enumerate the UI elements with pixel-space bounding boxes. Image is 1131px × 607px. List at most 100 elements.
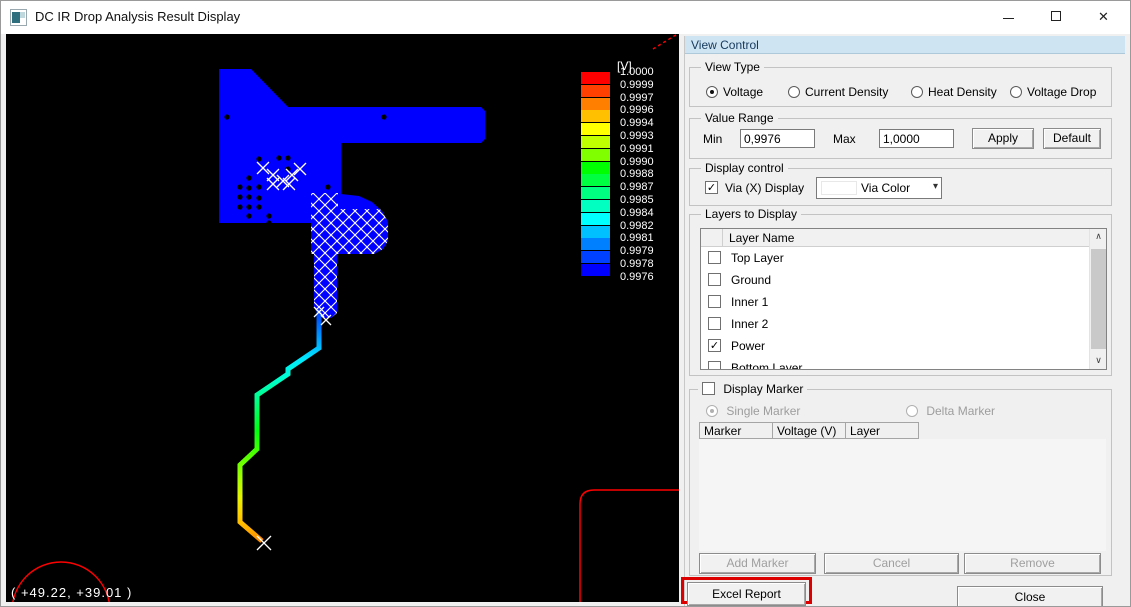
radio-label: Voltage	[723, 85, 763, 99]
board-outline-diagonal	[653, 34, 679, 49]
colorbar-tick-label: 0.9976	[620, 271, 674, 283]
view-type-group: View Type VoltageCurrent DensityHeat Den…	[689, 67, 1112, 107]
radio-label: Voltage Drop	[1027, 85, 1096, 99]
colorbar-tick-label: 0.9993	[620, 130, 674, 142]
analysis-canvas[interactable]: [V] 1.00000.99990.99970.99960.99940.9993…	[6, 34, 679, 602]
layer-row-inner-2[interactable]: Inner 2	[701, 313, 1091, 335]
max-input[interactable]	[879, 129, 954, 148]
colorbar-swatch	[581, 136, 610, 148]
colorbar-tick-label: 0.9978	[620, 258, 674, 270]
layer-checkbox[interactable]	[708, 273, 721, 286]
close-button[interactable]: Close	[957, 586, 1103, 607]
marker-column-header: Marker	[699, 422, 773, 439]
layer-row-bottom-layer[interactable]: Bottom Layer	[701, 357, 1091, 370]
value-range-legend: Value Range	[701, 111, 778, 125]
colorbar-swatch	[581, 123, 610, 135]
view-type-option-heat-density[interactable]: Heat Density	[911, 85, 997, 99]
marker-table-body	[699, 439, 1106, 551]
view-type-option-voltage-drop[interactable]: Voltage Drop	[1010, 85, 1096, 99]
radio-icon[interactable]	[706, 86, 718, 98]
colorbar-swatch	[581, 213, 610, 225]
colorbar-swatch	[581, 264, 610, 276]
view-control-panel: View Control View Type Voltage Current De…	[684, 36, 1125, 607]
layer-label: Bottom Layer	[731, 361, 802, 370]
remove-button[interactable]: Remove	[964, 553, 1101, 574]
radio-icon[interactable]	[911, 86, 923, 98]
colorbar-tick-label: 0.9984	[620, 207, 674, 219]
single-marker-label: Single Marker	[726, 404, 800, 418]
colorbar-tick-label: 0.9987	[620, 181, 674, 193]
add-marker-button[interactable]: Add Marker	[699, 553, 816, 574]
layer-checkbox[interactable]	[708, 317, 721, 330]
via-color-dropdown[interactable]: Via Color ▾	[816, 177, 942, 199]
colorbar-swatch	[581, 174, 610, 186]
maximize-icon	[1051, 11, 1061, 21]
delta-marker-radio[interactable]	[906, 405, 918, 417]
radio-icon[interactable]	[788, 86, 800, 98]
layer-checkbox[interactable]	[708, 361, 721, 370]
dialog-window: DC IR Drop Analysis Result Display ✕	[0, 0, 1131, 607]
layer-column-header: Layer	[845, 422, 919, 439]
layer-list-header: Layer Name	[701, 229, 1091, 247]
delta-marker-option[interactable]: Delta Marker	[906, 404, 995, 418]
colorbar-tick-label: 1.0000	[620, 66, 674, 78]
via-hatch-field	[311, 193, 389, 317]
layer-label: Ground	[731, 273, 771, 287]
colorbar-tick-label: 0.9979	[620, 245, 674, 257]
layer-checkbox[interactable]	[708, 295, 721, 308]
via-color-label: Via Color	[861, 181, 910, 195]
min-input[interactable]	[740, 129, 815, 148]
maximize-button[interactable]	[1032, 1, 1079, 32]
max-label: Max	[833, 132, 856, 146]
panel-header: View Control	[685, 36, 1125, 54]
layer-row-top-layer[interactable]: Top Layer	[701, 247, 1091, 269]
layer-row-inner-1[interactable]: Inner 1	[701, 291, 1091, 313]
colorbar-tick-label: 0.9988	[620, 168, 674, 180]
layers-group: Layers to Display Layer Name Top LayerGr…	[689, 214, 1112, 376]
window-title: DC IR Drop Analysis Result Display	[35, 9, 240, 24]
colorbar-swatch	[581, 162, 610, 174]
layer-label: Inner 2	[731, 317, 768, 331]
layer-checkbox[interactable]	[708, 251, 721, 264]
display-marker-checkbox[interactable]	[702, 382, 715, 395]
minimize-button[interactable]	[985, 1, 1032, 32]
via-color-swatch	[821, 181, 857, 195]
colorbar-tick-label: 0.9997	[620, 92, 674, 104]
min-label: Min	[703, 132, 722, 146]
colorbar-tick-label: 0.9999	[620, 79, 674, 91]
layer-checkbox[interactable]: ✓	[708, 339, 721, 352]
scroll-down-icon[interactable]: ∨	[1090, 353, 1107, 369]
layer-list-scrollbar[interactable]: ∧ ∨	[1089, 229, 1106, 369]
excel-report-button[interactable]: Excel Report	[687, 582, 806, 606]
default-button[interactable]: Default	[1043, 128, 1101, 149]
colorbar-tick-label: 0.9985	[620, 194, 674, 206]
layer-label: Inner 1	[731, 295, 768, 309]
colorbar-swatch	[581, 187, 610, 199]
scroll-up-icon[interactable]: ∧	[1090, 229, 1107, 245]
apply-button[interactable]: Apply	[972, 128, 1034, 149]
via-display-checkbox[interactable]: ✓	[705, 181, 718, 194]
layer-row-power[interactable]: ✓Power	[701, 335, 1091, 357]
view-type-option-current-density[interactable]: Current Density	[788, 85, 888, 99]
layer-row-ground[interactable]: Ground	[701, 269, 1091, 291]
colorbar-swatch	[581, 110, 610, 122]
dropdown-arrow-icon: ▾	[933, 181, 938, 192]
layer-list: Layer Name Top Layer Ground Inner 1 Inner 2…	[700, 228, 1107, 370]
scrollbar-thumb[interactable]	[1091, 249, 1106, 349]
colorbar-swatch	[581, 98, 610, 110]
colorbar: [V] 1.00000.99990.99970.99960.99940.9993…	[576, 58, 676, 288]
layers-legend: Layers to Display	[701, 207, 801, 221]
radio-icon[interactable]	[1010, 86, 1022, 98]
colorbar-swatch	[581, 85, 610, 97]
view-type-option-voltage[interactable]: Voltage	[706, 85, 763, 99]
colorbar-tick-label: 0.9994	[620, 117, 674, 129]
single-marker-radio[interactable]	[706, 405, 718, 417]
cancel-button[interactable]: Cancel	[824, 553, 959, 574]
board-outline-corner	[580, 490, 679, 602]
single-marker-option[interactable]: Single Marker	[706, 404, 800, 418]
close-window-button[interactable]: ✕	[1080, 1, 1127, 32]
minimize-icon	[1003, 18, 1014, 19]
view-type-legend: View Type	[701, 60, 764, 74]
cursor-coordinates: ( +49.22, +39.01 )	[11, 585, 132, 600]
power-plane-shape	[219, 69, 485, 318]
